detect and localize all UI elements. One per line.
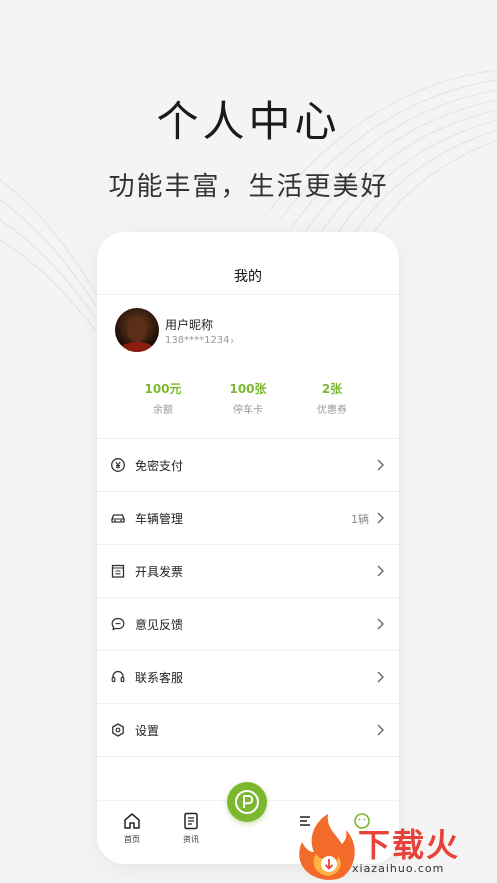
headset-icon [111,670,125,683]
menu-item-password-free-pay[interactable]: 免密支付 [97,439,399,492]
stat-parking-card[interactable]: 100张 停车卡 [208,380,288,416]
menu-item-label: 意见反馈 [135,618,184,632]
menu-item-label: 开具发票 [135,565,184,579]
menu-item-settings[interactable]: 设置 [97,704,399,757]
menu-item-label: 联系客服 [135,671,184,685]
chevron-right-icon[interactable]: › [230,334,234,347]
menu-item-customer-service[interactable]: 联系客服 [97,651,399,704]
yuan-circle-icon [111,458,125,472]
chevron-right-icon [377,724,384,736]
menu-item-invoice[interactable]: 开具发票 [97,545,399,598]
promo-subline: 功能丰富，生活更美好 [108,172,389,202]
stat-value: 2张 [321,382,343,396]
tab-label: 首页 [124,835,140,844]
stat-balance[interactable]: 100元 余额 [123,380,203,416]
settings-hexagon-icon [112,723,124,737]
parking-button[interactable] [227,782,267,822]
tab-news[interactable]: 资讯 [171,811,211,845]
invoice-icon [111,564,125,578]
menu-item-label: 车辆管理 [135,512,184,526]
news-icon [184,812,198,830]
stat-label: 余额 [153,405,173,416]
avatar-shirt [119,342,155,352]
car-icon [111,514,125,523]
stat-value: 100张 [229,382,267,396]
chevron-right-icon [377,512,384,524]
watermark-url: xiazaihuo.com [352,862,445,875]
user-phone[interactable]: 138****1234 [165,335,230,346]
avatar-face [127,316,147,342]
phone-screen: 我的 用户昵称 138****1234 › 100元 余额 100张 停车卡 2… [97,232,399,864]
stat-coupon[interactable]: 2张 优惠券 [292,380,372,416]
avatar[interactable] [115,308,159,352]
home-icon [124,813,140,829]
stat-label: 优惠券 [317,405,347,416]
promo-headline: 个人中心 [156,97,341,146]
chevron-right-icon [377,565,384,577]
tab-label: 资讯 [183,835,199,844]
chevron-right-icon [377,459,384,471]
page-title: 我的 [234,269,262,285]
menu-item-vehicle-management[interactable]: 车辆管理 1辆 [97,492,399,545]
user-nickname[interactable]: 用户昵称 [165,316,213,333]
chevron-right-icon [377,618,384,630]
stat-value: 100元 [144,382,182,396]
stat-label: 停车卡 [233,405,263,416]
menu-item-label: 免密支付 [135,459,184,473]
divider [97,294,399,295]
menu-item-label: 设置 [135,724,160,738]
menu-item-feedback[interactable]: 意见反馈 [97,598,399,651]
chat-bubble-icon [111,617,125,631]
menu-item-value: 1辆 [351,513,369,526]
chevron-right-icon [377,671,384,683]
parking-p-icon [235,790,259,814]
watermark-text: 下载火 [358,826,461,864]
tab-home[interactable]: 首页 [112,811,152,845]
